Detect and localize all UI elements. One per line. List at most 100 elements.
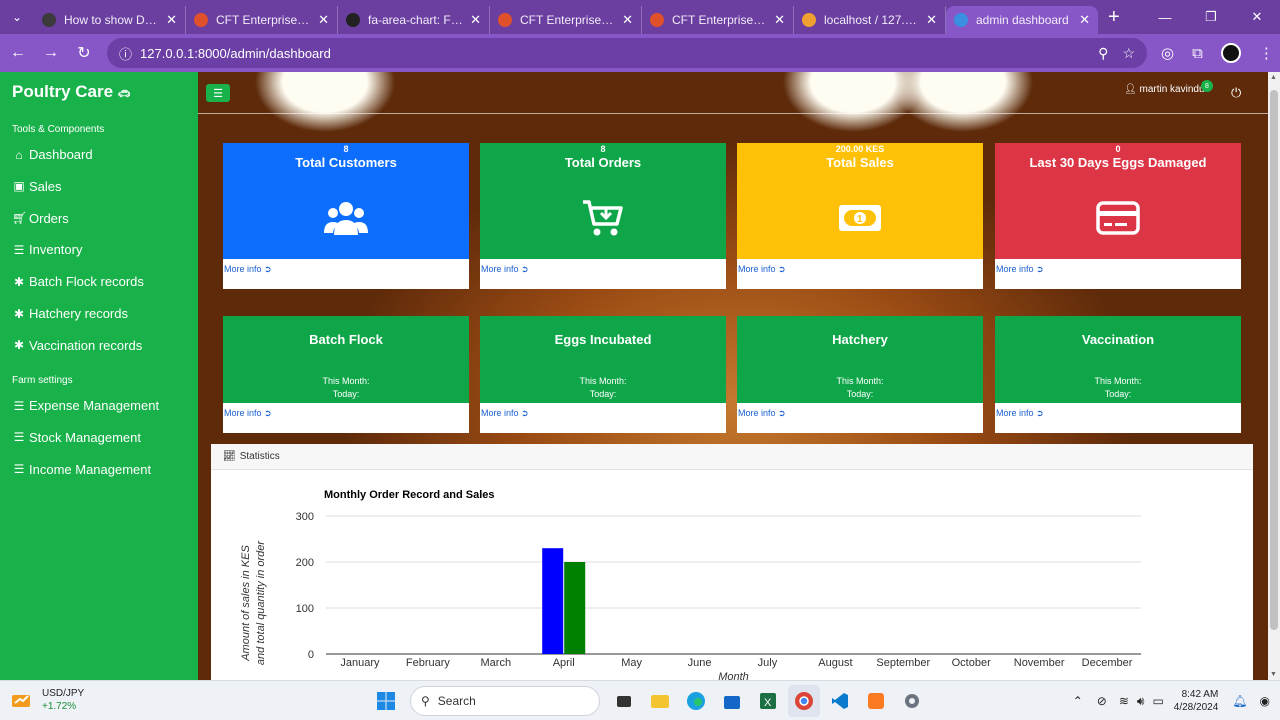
weather-widget[interactable]: USD/JPY +1.72% xyxy=(10,687,84,713)
sidebar-item-expense-management[interactable]: ☰ Expense Management xyxy=(12,398,159,413)
chart-bar xyxy=(542,548,564,654)
back-button[interactable]: ← xyxy=(3,38,33,68)
more-info-link[interactable]: More info ➲ xyxy=(995,408,1044,419)
card-title: Eggs Incubated xyxy=(554,332,652,347)
tab-close-icon[interactable]: ✕ xyxy=(166,12,177,28)
sidebar-item-sales[interactable]: ▣ Sales xyxy=(12,179,61,194)
x-axis-label: Month xyxy=(718,671,749,680)
sidebar-item-income-management[interactable]: ☰ Income Management xyxy=(12,462,152,477)
tab-close-icon[interactable]: ✕ xyxy=(774,12,785,28)
settings-gear-icon[interactable] xyxy=(896,685,928,717)
record-card: Eggs Incubated This Month: Today: More i… xyxy=(480,316,726,433)
taskbar-search[interactable]: ⚲ Search xyxy=(410,686,600,716)
clock[interactable]: 8:42 AM 4/28/2024 xyxy=(1174,688,1219,714)
browser-tab[interactable]: How to show Databa ✕ xyxy=(34,6,186,34)
scroll-down-icon[interactable]: ▼ xyxy=(1270,671,1277,678)
scroll-up-icon[interactable]: ▲ xyxy=(1270,74,1277,81)
reload-button[interactable]: ↻ xyxy=(69,38,99,68)
sidebar-item-batch-flock-records[interactable]: ✱ Batch Flock records xyxy=(12,274,144,289)
browser-tab[interactable]: CFT Enterprise Cloud ✕ xyxy=(642,6,794,34)
edge-icon[interactable] xyxy=(680,685,712,717)
y-tick-label: 300 xyxy=(296,511,314,523)
browser-menu-icon[interactable]: ⋮ xyxy=(1259,44,1274,62)
user-menu[interactable]: 👤︎ martin kavindu xyxy=(1124,84,1205,95)
windows-start-icon[interactable] xyxy=(370,685,402,717)
task-view-icon[interactable] xyxy=(608,685,640,717)
vscode-icon[interactable] xyxy=(824,685,856,717)
tab-close-icon[interactable]: ✕ xyxy=(1079,12,1090,28)
browser-tab[interactable]: CFT Enterprise Cloud ✕ xyxy=(186,6,338,34)
sidebar-item-inventory[interactable]: ☰ Inventory xyxy=(12,242,83,257)
brand-title[interactable]: Poultry Care 🚗︎ xyxy=(12,82,131,102)
address-bar[interactable]: ⓘ 127.0.0.1:8000/admin/dashboard ⚲ ☆ xyxy=(107,38,1147,68)
more-info-link[interactable]: More info ➲ xyxy=(480,408,529,419)
stat-card: 0 Last 30 Days Eggs Damaged More info ➲ xyxy=(995,143,1241,289)
sidebar-item-dashboard[interactable]: ⌂ Dashboard xyxy=(12,147,92,162)
browser-tab[interactable]: localhost / 127.0.0.1 ✕ xyxy=(794,6,946,34)
minimize-icon[interactable]: — xyxy=(1142,0,1188,34)
file-explorer-icon[interactable] xyxy=(644,685,676,717)
more-info-link[interactable]: More info ➲ xyxy=(737,408,786,419)
tab-close-icon[interactable]: ✕ xyxy=(622,12,633,28)
credit-card-icon xyxy=(1094,198,1142,238)
store-icon[interactable] xyxy=(716,685,748,717)
main-content: ☰ 👤︎ martin kavindu 8 ⏻ 8 Total Customer… xyxy=(198,72,1268,680)
card-title: Last 30 Days Eggs Damaged xyxy=(1029,155,1207,170)
volume-icon[interactable]: 🔊︎ xyxy=(1137,694,1145,709)
sidebar-item-hatchery-records[interactable]: ✱ Hatchery records xyxy=(12,306,128,321)
chrome-icon[interactable] xyxy=(788,685,820,717)
record-card: Batch Flock This Month: Today: More info… xyxy=(223,316,469,433)
tab-close-icon[interactable]: ✕ xyxy=(470,12,481,28)
svg-text:X: X xyxy=(764,697,772,709)
sidebar-toggle-button[interactable]: ☰ xyxy=(206,84,230,102)
site-info-icon[interactable]: ⓘ xyxy=(119,44,132,63)
stat-card: 8 Total Customers More info ➲ xyxy=(223,143,469,289)
search-placeholder: Search xyxy=(437,694,476,708)
section-farm-label: Farm settings xyxy=(12,375,73,386)
wifi-icon[interactable]: ≋ xyxy=(1119,694,1129,708)
card-value: 200.00 KES xyxy=(835,144,885,154)
more-info-link[interactable]: More info ➲ xyxy=(995,264,1044,275)
more-info-link[interactable]: More info ➲ xyxy=(737,264,786,275)
tab-close-icon[interactable]: ✕ xyxy=(926,12,937,28)
today-label: Today: xyxy=(846,389,874,399)
list-icon: ☰ xyxy=(13,398,25,413)
tab-search-icon[interactable]: ⌄ xyxy=(0,0,34,34)
extensions-puzzle-icon[interactable]: ⧉ xyxy=(1192,45,1203,62)
more-info-link[interactable]: More info ➲ xyxy=(480,264,529,275)
browser-tab[interactable]: admin dashboard ✕ xyxy=(946,6,1098,34)
chevron-up-icon[interactable]: ⌃ xyxy=(1073,694,1083,708)
cart-download-icon xyxy=(579,198,627,238)
forward-button[interactable]: → xyxy=(36,38,66,68)
sidebar-item-stock-management[interactable]: ☰ Stock Management xyxy=(12,430,141,445)
this-month-label: This Month: xyxy=(322,376,370,386)
browser-tab[interactable]: fa-area-chart: Font A ✕ xyxy=(338,6,490,34)
bookmark-star-icon[interactable]: ☆ xyxy=(1122,45,1135,62)
page-scrollbar[interactable]: ▲ ▼ xyxy=(1268,72,1280,680)
extension-icon[interactable]: ◎ xyxy=(1161,44,1174,62)
scrollbar-thumb[interactable] xyxy=(1270,90,1278,630)
maximize-icon[interactable]: ❐ xyxy=(1188,0,1234,34)
today-label: Today: xyxy=(1104,389,1132,399)
power-icon[interactable]: ⏻ xyxy=(1231,85,1241,101)
profile-avatar[interactable] xyxy=(1220,43,1241,63)
today-label: Today: xyxy=(332,389,360,399)
excel-icon[interactable]: X xyxy=(752,685,784,717)
sidebar-item-orders[interactable]: 🛒︎ Orders xyxy=(12,211,69,226)
xampp-icon[interactable] xyxy=(860,685,892,717)
copilot-icon[interactable]: ◉ xyxy=(1260,694,1270,708)
more-info-link[interactable]: More info ➲ xyxy=(223,264,272,275)
notification-bell-icon[interactable]: 🔔︎ xyxy=(1232,694,1247,708)
battery-icon[interactable]: ▭ xyxy=(1152,694,1163,708)
browser-tab[interactable]: CFT Enterprise Cloud ✕ xyxy=(490,6,642,34)
more-info-link[interactable]: More info ➲ xyxy=(223,408,272,419)
zoom-icon[interactable]: ⚲ xyxy=(1098,45,1108,62)
camera-icon[interactable]: ⊘ xyxy=(1097,694,1107,708)
tab-close-icon[interactable]: ✕ xyxy=(318,12,329,28)
x-tick-label: March xyxy=(481,657,512,669)
home-icon: ⌂ xyxy=(15,147,23,162)
sidebar-item-vaccination-records[interactable]: ✱ Vaccination records xyxy=(12,338,142,353)
new-tab-button[interactable]: + xyxy=(1108,6,1120,29)
close-window-icon[interactable]: ✕ xyxy=(1234,0,1280,34)
stat-card: 200.00 KES Total Sales 1 More info ➲ xyxy=(737,143,983,289)
